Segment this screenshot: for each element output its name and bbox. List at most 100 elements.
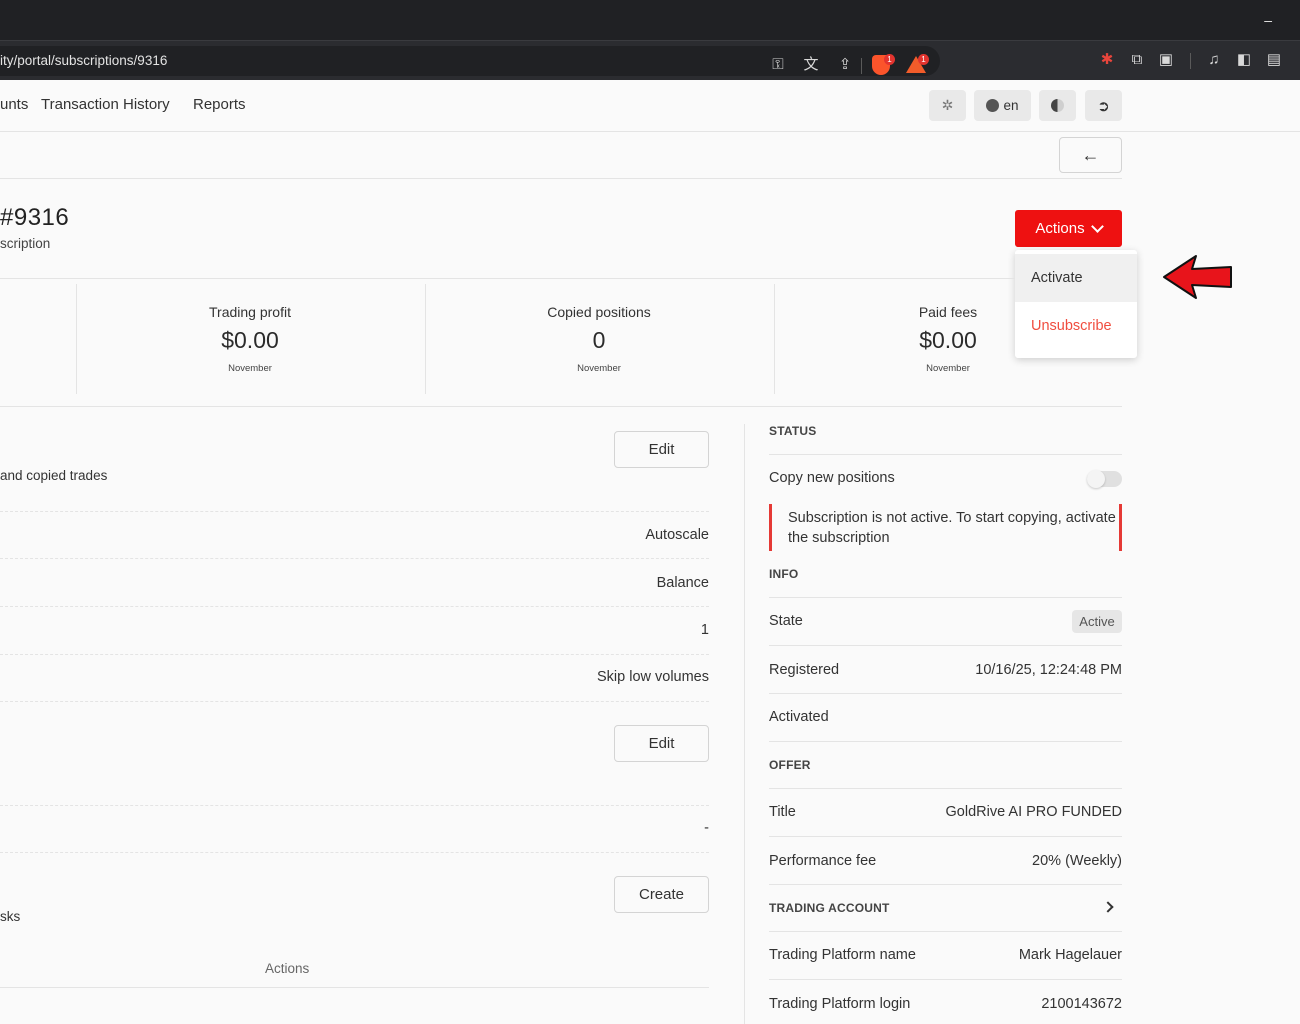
performance-fee-value: 20% (Weekly) bbox=[1032, 853, 1122, 869]
app-navbar: unts Transaction History Reports ✲ en ➲ bbox=[0, 80, 1300, 132]
platform-login-label: Trading Platform login bbox=[769, 996, 911, 1012]
divider bbox=[0, 852, 709, 853]
activate-menu-item[interactable]: Activate bbox=[1015, 254, 1137, 302]
sidebar-icon[interactable]: ◧ bbox=[1234, 50, 1254, 70]
stat-copied-positions-period: November bbox=[577, 363, 621, 374]
platform-login-value: 2100143672 bbox=[1041, 996, 1122, 1012]
copy-new-positions-label: Copy new positions bbox=[769, 470, 895, 486]
divider bbox=[769, 454, 1122, 455]
contrast-icon bbox=[1051, 99, 1064, 112]
share-icon[interactable]: ⇪ bbox=[835, 55, 855, 75]
stat-paid-fees-label: Paid fees bbox=[918, 304, 978, 320]
divider bbox=[76, 284, 77, 394]
column-divider bbox=[744, 424, 745, 1024]
chevron-down-icon bbox=[1090, 219, 1104, 233]
edit-risk-button[interactable]: Edit bbox=[614, 725, 709, 762]
divider bbox=[769, 836, 1122, 837]
divider bbox=[769, 645, 1122, 646]
puzzle-icon[interactable]: ⧉ bbox=[1127, 50, 1147, 70]
globe-icon bbox=[986, 99, 1000, 112]
registered-label: Registered bbox=[769, 662, 840, 678]
offer-title-value: GoldRive AI PRO FUNDED bbox=[945, 804, 1122, 820]
copy-new-positions-toggle[interactable] bbox=[1087, 470, 1122, 488]
platform-name-value: Mark Hagelauer bbox=[1018, 947, 1122, 963]
url-text[interactable]: ity/portal/subscriptions/9316 bbox=[0, 53, 167, 68]
performance-fee-label: Performance fee bbox=[769, 853, 877, 869]
language-button[interactable]: en bbox=[974, 90, 1031, 121]
stat-copied-positions-value: 0 bbox=[592, 327, 606, 353]
divider bbox=[769, 884, 1122, 885]
arrow-left-icon: ← bbox=[1081, 145, 1100, 165]
settings-description: and copied trades bbox=[0, 468, 108, 483]
address-bar[interactable]: ity/portal/subscriptions/9316 ⚿ 文 ⇪ 1 1 bbox=[0, 46, 940, 76]
info-section-title: INFO bbox=[769, 567, 799, 581]
stat-trading-profit-label: Trading profit bbox=[209, 304, 291, 320]
stat-copied-positions-label: Copied positions bbox=[547, 304, 651, 320]
tasks-heading: sks bbox=[0, 909, 21, 924]
browser-titlebar: – bbox=[0, 0, 1300, 40]
theme-toggle-button[interactable] bbox=[1039, 90, 1076, 121]
offer-title-label: Title bbox=[769, 804, 796, 820]
language-label: en bbox=[1003, 98, 1019, 113]
screenshot-icon[interactable]: ▣ bbox=[1156, 50, 1176, 70]
actions-button[interactable]: Actions bbox=[1015, 210, 1122, 247]
music-icon[interactable]: ♫ bbox=[1204, 50, 1224, 70]
edit-settings-button[interactable]: Edit bbox=[614, 431, 709, 468]
tasks-actions-column-header: Actions bbox=[265, 961, 310, 976]
rewards-badge: 1 bbox=[918, 54, 929, 65]
divider bbox=[0, 701, 709, 702]
divider bbox=[769, 693, 1122, 694]
trading-account-section-title[interactable]: TRADING ACCOUNT bbox=[769, 901, 890, 915]
divider bbox=[0, 606, 709, 607]
divider bbox=[0, 278, 1015, 279]
page-subtitle: scription bbox=[0, 236, 51, 251]
divider bbox=[769, 931, 1122, 932]
divider bbox=[0, 178, 1122, 179]
browser-toolbar: ity/portal/subscriptions/9316 ⚿ 文 ⇪ 1 1 … bbox=[0, 40, 1300, 80]
scaling-base-value: Balance bbox=[656, 575, 709, 591]
multiplier-value: 1 bbox=[700, 622, 709, 638]
key-icon[interactable]: ⚿ bbox=[768, 55, 788, 75]
chevron-right-icon[interactable] bbox=[1102, 901, 1114, 913]
platform-name-label: Trading Platform name bbox=[769, 947, 916, 963]
divider bbox=[0, 511, 709, 512]
stat-paid-fees-period: November bbox=[926, 363, 970, 374]
nav-reports[interactable]: Reports bbox=[193, 96, 246, 113]
divider bbox=[0, 654, 709, 655]
nav-accounts[interactable]: unts bbox=[0, 96, 28, 113]
extension-icon[interactable]: ✱ bbox=[1097, 50, 1117, 70]
status-section-title: STATUS bbox=[769, 424, 817, 438]
divider bbox=[0, 987, 709, 988]
divider bbox=[769, 979, 1122, 980]
minimize-button[interactable]: – bbox=[1264, 12, 1272, 28]
create-task-button[interactable]: Create bbox=[614, 876, 709, 913]
inactive-subscription-alert: Subscription is not active. To start cop… bbox=[769, 504, 1122, 551]
settings-button[interactable]: ✲ bbox=[929, 90, 966, 121]
back-button[interactable]: ← bbox=[1059, 137, 1122, 173]
divider bbox=[769, 788, 1122, 789]
toggle-knob bbox=[1087, 470, 1105, 488]
volume-rule-value: Skip low volumes bbox=[596, 669, 709, 685]
state-label: State bbox=[769, 613, 803, 629]
risk-value: - bbox=[704, 820, 709, 836]
wallet-icon[interactable]: ▤ bbox=[1264, 50, 1284, 70]
gear-icon: ✲ bbox=[941, 97, 954, 113]
divider bbox=[769, 597, 1122, 598]
divider bbox=[0, 805, 709, 806]
registered-value: 10/16/25, 12:24:48 PM bbox=[975, 662, 1122, 678]
logout-button[interactable]: ➲ bbox=[1085, 90, 1122, 121]
actions-label: Actions bbox=[1035, 220, 1085, 237]
state-badge: Active bbox=[1072, 610, 1122, 633]
annotation-arrow-icon bbox=[1163, 255, 1232, 299]
divider bbox=[774, 284, 775, 394]
nav-transaction-history[interactable]: Transaction History bbox=[41, 96, 170, 113]
divider bbox=[0, 558, 709, 559]
divider bbox=[769, 741, 1122, 742]
divider bbox=[1190, 53, 1191, 69]
stat-trading-profit-period: November bbox=[228, 363, 272, 374]
logout-icon: ➲ bbox=[1097, 97, 1110, 115]
divider bbox=[861, 58, 862, 74]
activated-label: Activated bbox=[769, 709, 829, 725]
translate-icon[interactable]: 文 bbox=[801, 55, 821, 75]
stat-trading-profit-value: $0.00 bbox=[221, 327, 279, 353]
